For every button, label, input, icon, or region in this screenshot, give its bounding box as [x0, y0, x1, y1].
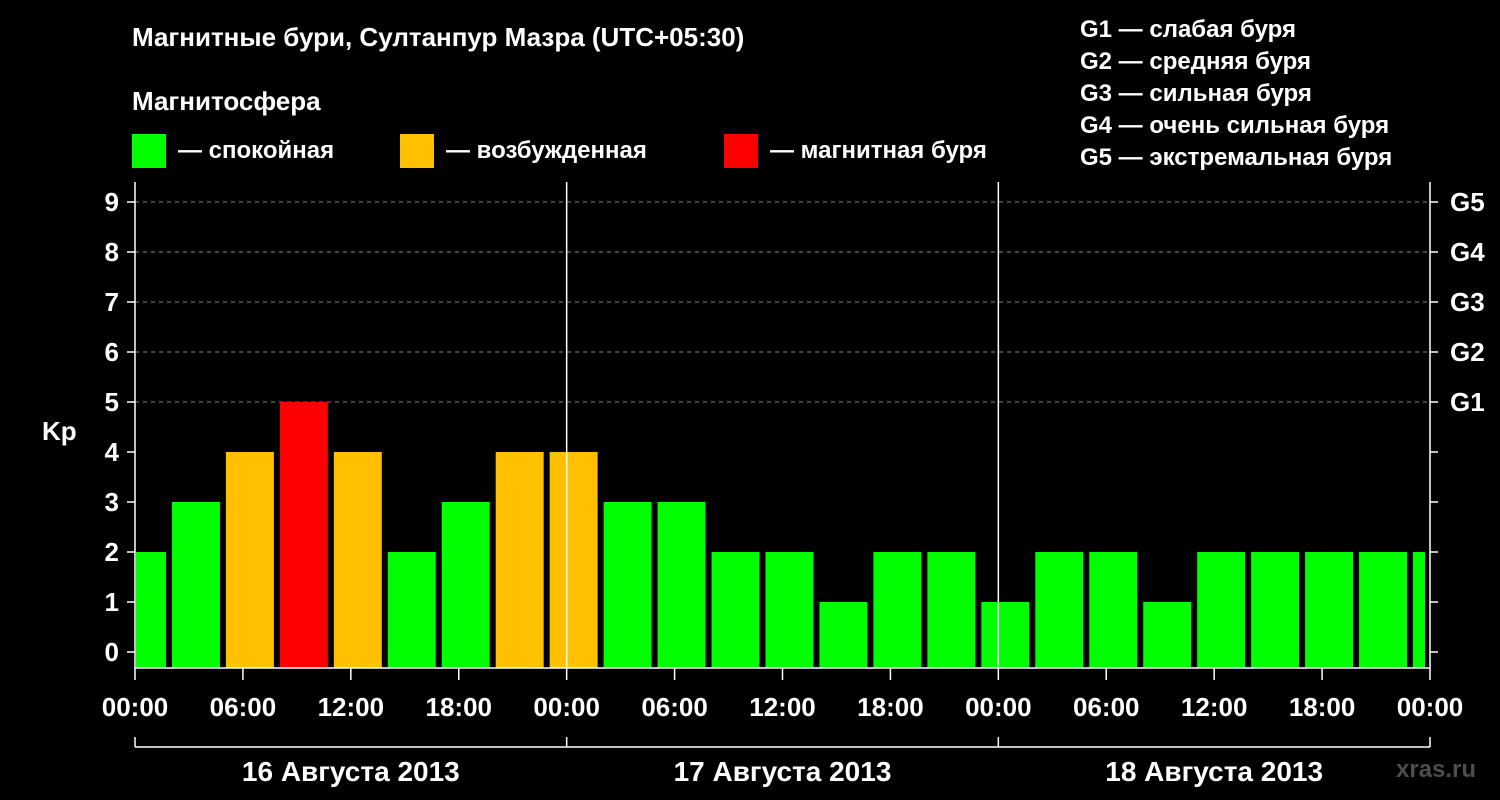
y-tick-label: 4: [105, 437, 120, 467]
x-tick-label: 12:00: [318, 692, 385, 722]
y-tick-label: 8: [105, 237, 119, 267]
kp-bar: [981, 602, 1030, 668]
day-label: 17 Августа 2013: [674, 756, 892, 787]
y-tick-label: 9: [105, 187, 119, 217]
x-tick-label: 00:00: [1397, 692, 1464, 722]
x-tick-label: 06:00: [1073, 692, 1140, 722]
g-level-label: G5: [1450, 187, 1485, 217]
y-axis-label: Kp: [42, 416, 77, 446]
kp-bar: [495, 452, 544, 668]
kp-bar: [927, 552, 976, 668]
kp-bar: [333, 452, 382, 668]
x-tick-label: 06:00: [210, 692, 277, 722]
x-tick-label: 18:00: [1289, 692, 1356, 722]
kp-bar: [1197, 552, 1246, 668]
kp-bar: [657, 502, 706, 668]
x-tick-label: 00:00: [965, 692, 1032, 722]
kp-bar: [1143, 602, 1192, 668]
day-label: 18 Августа 2013: [1105, 756, 1323, 787]
kp-bar: [873, 552, 922, 668]
y-tick-label: 0: [105, 637, 119, 667]
kp-bar: [819, 602, 868, 668]
kp-bar: [1413, 552, 1425, 668]
y-tick-label: 2: [105, 537, 119, 567]
x-tick-label: 00:00: [533, 692, 600, 722]
kp-bar: [1359, 552, 1408, 668]
kp-bar: [765, 552, 814, 668]
y-tick-label: 3: [105, 487, 119, 517]
kp-bar: [549, 452, 598, 668]
kp-bar: [441, 502, 490, 668]
y-tick-label: 5: [105, 387, 119, 417]
x-tick-label: 18:00: [857, 692, 924, 722]
x-tick-label: 12:00: [1181, 692, 1248, 722]
y-tick-label: 1: [105, 587, 119, 617]
x-tick-label: 18:00: [426, 692, 493, 722]
kp-chart: 0 1 2 3 4 5 6 7 8 9 G1 G2 G3 G4 G5 Kp 00:00 06:00 12:00 18:…: [42, 182, 1485, 787]
day-label: 16 Августа 2013: [242, 756, 460, 787]
g-level-label: G1: [1450, 387, 1485, 417]
y-tick-label: 7: [105, 287, 119, 317]
kp-bar: [171, 502, 220, 668]
kp-bar: [387, 552, 436, 668]
y-tick-label: 6: [105, 337, 119, 367]
g-level-label: G4: [1450, 237, 1485, 267]
x-tick-label: 12:00: [749, 692, 816, 722]
g-level-label: G3: [1450, 287, 1485, 317]
kp-bar: [1251, 552, 1300, 668]
kp-bar: [603, 502, 652, 668]
kp-bar: [1035, 552, 1084, 668]
kp-bar: [711, 552, 760, 668]
kp-bar: [279, 402, 328, 668]
kp-bar: [136, 552, 166, 668]
x-tick-label: 06:00: [641, 692, 708, 722]
g-level-label: G2: [1450, 337, 1485, 367]
watermark: xras.ru: [1396, 756, 1477, 783]
kp-bar: [1305, 552, 1354, 668]
kp-bar: [225, 452, 274, 668]
kp-bar: [1089, 552, 1138, 668]
x-tick-label: 00:00: [102, 692, 169, 722]
